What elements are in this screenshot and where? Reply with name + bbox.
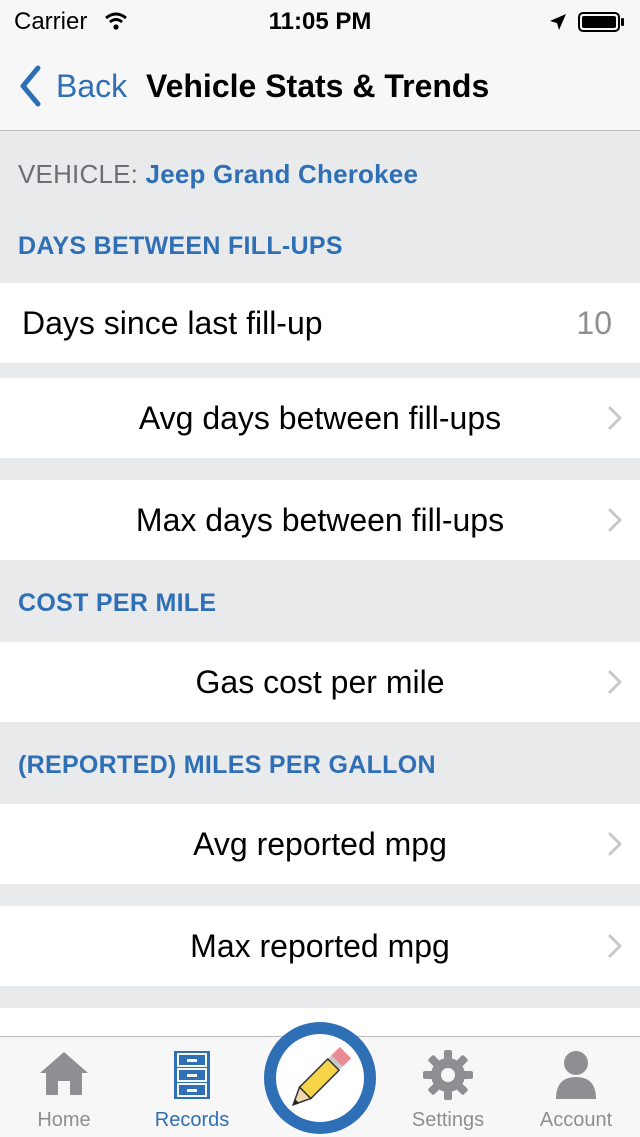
gas-cost-label: Gas cost per mile	[195, 664, 445, 700]
chevron-right-icon	[608, 670, 622, 694]
gear-icon	[423, 1050, 473, 1100]
file-cabinet-icon	[174, 1051, 210, 1099]
max-days-label: Max days between fill-ups	[135, 502, 505, 538]
gas-cost-row[interactable]: Gas cost per mile	[0, 642, 640, 722]
status-bar: Carrier 11:05 PM	[0, 0, 640, 40]
status-time: 11:05 PM	[268, 8, 372, 35]
tab-records-label: Records	[154, 1109, 230, 1131]
tab-home-label: Home	[37, 1109, 91, 1131]
home-icon	[40, 1052, 88, 1095]
avg-mpg-row[interactable]: Avg reported mpg	[0, 804, 640, 884]
chevron-right-icon	[608, 508, 622, 532]
vehicle-name[interactable]: Jeep Grand Cherokee	[146, 159, 419, 189]
tab-settings[interactable]: Settings	[384, 1037, 512, 1137]
chevron-right-icon	[608, 934, 622, 958]
page-title: Vehicle Stats & Trends	[146, 68, 490, 104]
tab-account-label: Account	[539, 1109, 613, 1131]
tab-settings-label: Settings	[411, 1109, 485, 1131]
battery-icon	[578, 11, 624, 32]
back-button[interactable]: Back	[18, 64, 127, 108]
days-since-label: Days since last fill-up	[22, 305, 323, 341]
max-days-row[interactable]: Max days between fill-ups	[0, 480, 640, 560]
person-icon	[556, 1051, 596, 1099]
days-since-value: 10	[576, 305, 612, 341]
max-mpg-label: Max reported mpg	[190, 928, 450, 964]
chevron-left-icon	[20, 65, 41, 107]
max-mpg-row[interactable]: Max reported mpg	[0, 906, 640, 986]
avg-days-label: Avg days between fill-ups	[138, 400, 502, 436]
back-label: Back	[56, 68, 128, 104]
chevron-right-icon	[608, 832, 622, 856]
days-since-row: Days since last fill-up 10	[0, 283, 640, 363]
tab-records[interactable]: Records	[128, 1037, 256, 1137]
vehicle-label: VEHICLE:	[18, 159, 139, 189]
tab-account[interactable]: Account	[512, 1037, 640, 1137]
section-header-mpg: (REPORTED) MILES PER GALLON	[18, 751, 436, 779]
section-header-days: DAYS BETWEEN FILL-UPS	[18, 232, 343, 260]
chevron-right-icon	[608, 406, 622, 430]
pencil-icon	[291, 1046, 352, 1107]
section-header-cost: COST PER MILE	[18, 589, 217, 617]
vehicle-selector[interactable]: VEHICLE: Jeep Grand Cherokee	[18, 159, 418, 190]
add-record-button[interactable]	[264, 1022, 376, 1134]
navigation-bar: Back Vehicle Stats & Trends	[0, 40, 640, 131]
location-arrow-icon	[548, 11, 568, 39]
avg-days-row[interactable]: Avg days between fill-ups	[0, 378, 640, 458]
tab-home[interactable]: Home	[0, 1037, 128, 1137]
avg-mpg-label: Avg reported mpg	[193, 826, 447, 862]
